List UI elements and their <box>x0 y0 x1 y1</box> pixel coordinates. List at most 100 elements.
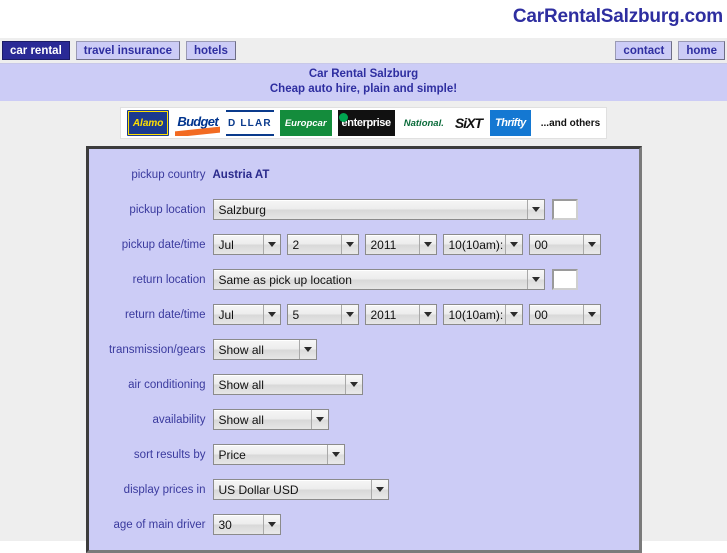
chevron-down-icon <box>504 305 522 324</box>
tagline-banner: Car Rental Salzburg Cheap auto hire, pla… <box>0 64 727 101</box>
nav-item-home[interactable]: home <box>678 41 725 60</box>
select-return-day-value: 5 <box>292 307 300 322</box>
europcar-logo: Europcar <box>279 110 332 136</box>
chevron-down-icon <box>582 305 600 324</box>
select-sort-results[interactable]: Price <box>212 444 345 465</box>
select-return-year-value: 2011 <box>370 307 397 322</box>
label-pickup-datetime: pickup date/time <box>121 238 206 251</box>
input-pickup-location-code[interactable] <box>551 199 578 220</box>
select-pickup-hour-value: 10(10am): <box>448 237 504 252</box>
row-air-conditioning: air conditioning Show all <box>89 367 639 402</box>
row-pickup-location: pickup location Salzburg <box>89 192 639 227</box>
nav-item-car-rental[interactable]: car rental <box>2 41 70 60</box>
row-transmission: transmission/gears Show all <box>89 332 639 367</box>
partner-logos-strip: Alamo Budget D LLAR Europcar enterprise … <box>119 107 608 139</box>
label-driver-age: age of main driver <box>113 518 206 531</box>
nav-item-travel-insurance[interactable]: travel insurance <box>75 41 180 60</box>
select-driver-age-value: 30 <box>218 517 232 532</box>
tagline-line-1: Car Rental Salzburg <box>308 68 419 80</box>
select-return-day[interactable]: 5 <box>286 304 359 325</box>
select-pickup-location-value: Salzburg <box>218 202 266 217</box>
select-return-hour[interactable]: 10(10am): <box>442 304 523 325</box>
chevron-down-icon <box>262 305 280 324</box>
label-availability: availability <box>152 413 206 426</box>
chevron-down-icon <box>344 375 362 394</box>
row-display-prices: display prices in US Dollar USD <box>89 472 639 507</box>
select-availability[interactable]: Show all <box>212 409 329 430</box>
national-logo: National. <box>403 117 444 129</box>
select-pickup-year[interactable]: 2011 <box>364 234 437 255</box>
page-header: CarRentalSalzburg.com <box>0 0 727 38</box>
select-return-minute[interactable]: 00 <box>528 304 601 325</box>
car-rental-search-form: pickup country Austria AT pickup locatio… <box>85 146 642 553</box>
select-return-month[interactable]: Jul <box>212 304 281 325</box>
select-transmission-value: Show all <box>218 342 264 357</box>
row-sort-results: sort results by Price <box>89 437 639 472</box>
chevron-down-icon <box>340 305 358 324</box>
label-pickup-location: pickup location <box>129 203 206 216</box>
select-return-location-value: Same as pick up location <box>218 272 352 287</box>
partner-logos-section: Alamo Budget D LLAR Europcar enterprise … <box>0 101 727 146</box>
chevron-down-icon <box>310 410 328 429</box>
select-display-currency-value: US Dollar USD <box>218 482 299 497</box>
select-return-month-value: Jul <box>218 307 234 322</box>
alamo-logo: Alamo <box>126 110 170 136</box>
chevron-down-icon <box>340 235 358 254</box>
and-others-label: ...and others <box>540 117 601 129</box>
row-return-location: return location Same as pick up location <box>89 262 639 297</box>
chevron-down-icon <box>418 305 436 324</box>
thrifty-logo: Thrifty <box>490 110 531 136</box>
select-pickup-year-value: 2011 <box>370 237 397 252</box>
select-sort-results-value: Price <box>218 447 246 462</box>
sixt-logo: SiXT <box>454 115 483 131</box>
label-pickup-country: pickup country <box>131 168 206 181</box>
select-pickup-month[interactable]: Jul <box>212 234 281 255</box>
select-return-location[interactable]: Same as pick up location <box>212 269 545 290</box>
enterprise-logo: enterprise <box>337 110 395 136</box>
row-return-datetime: return date/time Jul 5 2011 10(10am): 00 <box>89 297 639 332</box>
search-form-area: pickup country Austria AT pickup locatio… <box>0 146 727 553</box>
row-availability: availability Show all <box>89 402 639 437</box>
select-air-conditioning[interactable]: Show all <box>212 374 363 395</box>
chevron-down-icon <box>526 270 544 289</box>
select-pickup-hour[interactable]: 10(10am): <box>442 234 523 255</box>
site-title: CarRentalSalzburg.com <box>512 6 723 27</box>
label-sort-results: sort results by <box>133 448 206 461</box>
label-transmission: transmission/gears <box>108 343 206 356</box>
select-return-year[interactable]: 2011 <box>364 304 437 325</box>
tagline-line-2: Cheap auto hire, plain and simple! <box>269 83 458 95</box>
select-pickup-day-value: 2 <box>292 237 300 252</box>
select-pickup-day[interactable]: 2 <box>286 234 359 255</box>
chevron-down-icon <box>504 235 522 254</box>
select-pickup-minute-value: 00 <box>534 237 548 252</box>
chevron-down-icon <box>370 480 388 499</box>
nav-item-hotels[interactable]: hotels <box>186 41 236 60</box>
input-return-location-code[interactable] <box>551 269 578 290</box>
label-display-prices: display prices in <box>123 483 206 496</box>
chevron-down-icon <box>298 340 316 359</box>
label-air-conditioning: air conditioning <box>128 378 206 391</box>
value-pickup-country: Austria AT <box>212 168 270 181</box>
dollar-logo: D LLAR <box>225 110 274 136</box>
row-pickup-country: pickup country Austria AT <box>89 157 639 192</box>
main-navigation: car rental travel insurance hotels conta… <box>0 38 727 64</box>
select-availability-value: Show all <box>218 412 264 427</box>
select-air-conditioning-value: Show all <box>218 377 264 392</box>
select-transmission[interactable]: Show all <box>212 339 317 360</box>
select-display-currency[interactable]: US Dollar USD <box>212 479 389 500</box>
chevron-down-icon <box>418 235 436 254</box>
label-return-datetime: return date/time <box>124 308 206 321</box>
chevron-down-icon <box>582 235 600 254</box>
budget-logo: Budget <box>175 110 220 136</box>
label-return-location: return location <box>132 273 206 286</box>
select-pickup-location[interactable]: Salzburg <box>212 199 545 220</box>
select-pickup-minute[interactable]: 00 <box>528 234 601 255</box>
chevron-down-icon <box>526 200 544 219</box>
select-driver-age[interactable]: 30 <box>212 514 281 535</box>
nav-item-contact[interactable]: contact <box>615 41 673 60</box>
chevron-down-icon <box>262 235 280 254</box>
select-return-hour-value: 10(10am): <box>448 307 504 322</box>
row-driver-age: age of main driver 30 <box>89 507 639 542</box>
select-return-minute-value: 00 <box>534 307 548 322</box>
nav-right-group: contact home <box>609 41 725 60</box>
